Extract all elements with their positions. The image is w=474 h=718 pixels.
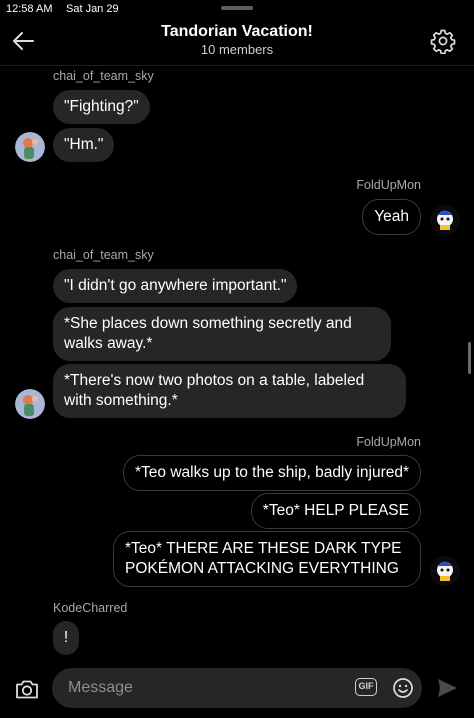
message-bubble[interactable]: "I didn't go anywhere important." bbox=[53, 269, 298, 303]
avatar[interactable] bbox=[430, 556, 460, 586]
message-bubble[interactable]: *She places down something secretly and … bbox=[53, 307, 391, 361]
message-bubble[interactable]: "Hm." bbox=[53, 128, 115, 162]
camera-icon bbox=[16, 680, 38, 699]
avatar[interactable] bbox=[430, 205, 460, 235]
user-avatar-icon bbox=[430, 205, 460, 235]
camera-button[interactable] bbox=[14, 676, 40, 702]
message-bubble[interactable]: *Teo* THERE ARE THESE DARK TYPE POKÉMON … bbox=[113, 531, 421, 587]
sender-name: chai_of_team_sky bbox=[53, 69, 154, 83]
user-avatar-icon bbox=[15, 132, 45, 162]
sender-name: chai_of_team_sky bbox=[53, 248, 154, 262]
message-bubble[interactable]: *Teo walks up to the ship, badly injured… bbox=[123, 455, 421, 491]
sender-name: FoldUpMon bbox=[356, 435, 421, 449]
send-icon bbox=[438, 679, 457, 697]
message-composer: GIF bbox=[0, 662, 474, 718]
message-bubble[interactable]: *Teo* HELP PLEASE bbox=[250, 493, 421, 529]
scrollbar[interactable] bbox=[468, 342, 471, 374]
avatar[interactable] bbox=[15, 389, 45, 419]
sender-name: FoldUpMon bbox=[356, 178, 421, 192]
emoji-icon bbox=[393, 678, 413, 698]
message-bubble[interactable]: *There's now two photos on a table, labe… bbox=[53, 364, 406, 418]
user-avatar-icon bbox=[430, 556, 460, 586]
message-bubble[interactable]: Yeah bbox=[362, 199, 421, 235]
message-bubble[interactable]: ! bbox=[53, 621, 79, 655]
gif-button[interactable]: GIF bbox=[355, 678, 377, 696]
sender-name: KodeCharred bbox=[53, 601, 128, 615]
send-button[interactable] bbox=[436, 678, 458, 698]
message-thread: chai_of_team_sky "Fighting?" "Hm." FoldU… bbox=[0, 0, 474, 718]
avatar[interactable] bbox=[15, 132, 45, 162]
emoji-button[interactable] bbox=[392, 677, 414, 699]
message-bubble[interactable]: "Fighting?" bbox=[53, 90, 150, 124]
user-avatar-icon bbox=[15, 389, 45, 419]
